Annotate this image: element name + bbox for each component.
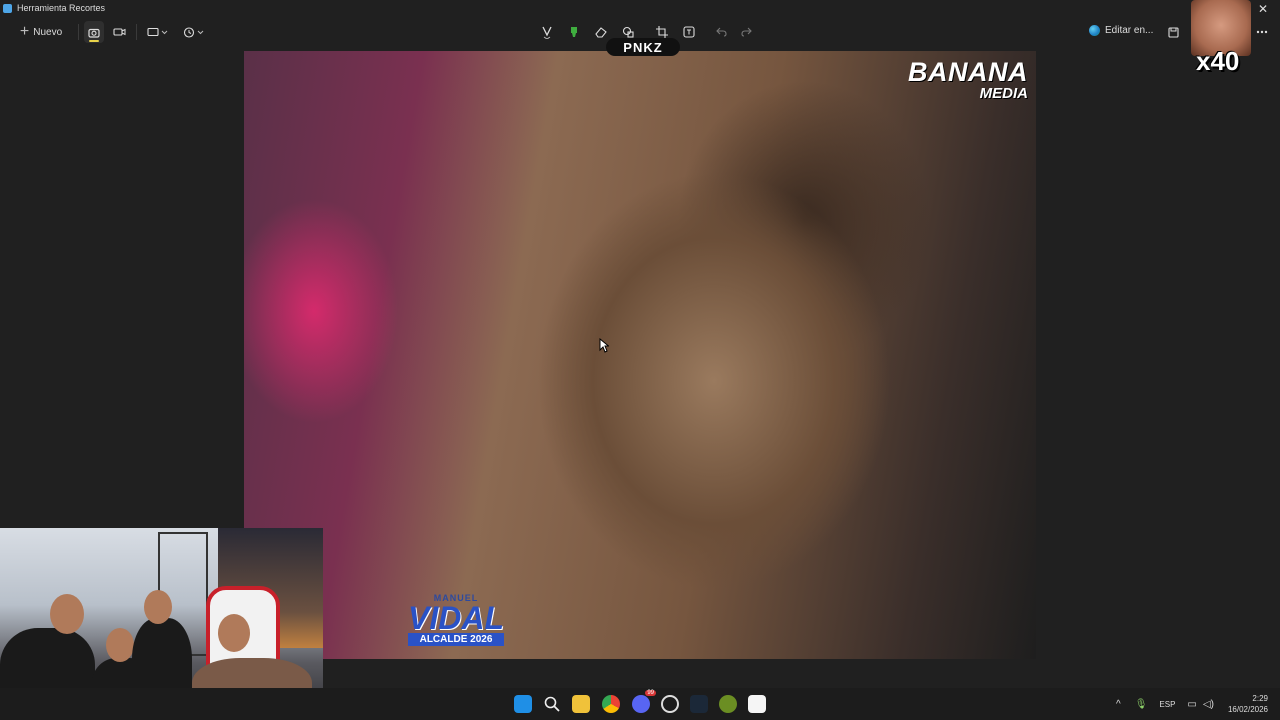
emote-count: x40 [1196,46,1240,76]
shapes-icon [622,26,634,38]
banana-media-logo: BANANA MEDIA [908,59,1028,103]
campaign-last-name: VIDAL [408,600,504,636]
more-icon [1256,30,1268,34]
new-snip-button[interactable]: + Nuevo [12,20,70,44]
redo-icon [740,27,752,37]
delay-timer-icon [183,26,204,38]
file-explorer-icon[interactable] [572,695,590,713]
mouse-cursor-icon [599,338,609,353]
pen-icon [542,26,552,39]
separator [78,24,79,40]
active-mode-indicator [89,40,99,42]
plus-icon: + [19,23,30,40]
steam-icon[interactable] [690,695,708,713]
language-indicator[interactable]: ESP [1159,700,1175,709]
delay-dropdown[interactable] [181,22,207,42]
rectangle-mode-icon [147,27,168,37]
text-actions-icon [683,26,695,38]
notification-badge: 99 [645,690,656,696]
app-icon[interactable] [719,695,737,713]
webcam-person-head [218,614,250,652]
close-window-button[interactable]: ✕ [1258,2,1268,16]
text-actions-button[interactable] [679,21,699,43]
redo-button[interactable] [736,21,756,43]
undo-button[interactable] [711,21,731,43]
crop-icon [656,26,668,38]
volume-icon[interactable]: ◁) [1203,699,1214,710]
ballpoint-pen-button[interactable] [537,21,557,43]
microphone-icon[interactable]: 🎙 [1135,699,1148,710]
snipping-tool-app-icon [3,3,12,13]
captured-screenshot: BANANA MEDIA MANUEL VIDAL ALCALDE 2026 [244,51,1036,659]
system-tray: ^ 🎙 ESP ▭ ◁) [1116,688,1214,720]
network-icon[interactable]: ▭ [1187,699,1196,710]
title-bar: Herramienta Recortes ✕ [0,0,1280,16]
edge-browser-icon [1089,25,1100,36]
taskbar: 99 ^ 🎙 ESP ▭ ◁) 2:29 16/02/2026 [0,688,1280,720]
video-mode-button[interactable] [110,22,128,42]
video-icon [112,28,125,36]
emote-overlay: x40 [1191,0,1251,78]
show-hidden-icons-icon[interactable]: ^ [1116,699,1121,710]
camera-icon [88,28,100,38]
brand-line-2: MEDIA [979,85,1028,102]
webcam-person-head [144,590,172,624]
snip-shape-dropdown[interactable] [145,22,171,42]
campaign-logo: MANUEL VIDAL ALCALDE 2026 [408,593,504,646]
screenshot-mode-button[interactable] [84,21,104,43]
highlighter-icon [571,27,577,37]
eraser-icon [595,27,607,38]
edit-in-button[interactable]: Editar en... [1089,25,1153,36]
chrome-icon[interactable] [602,695,620,713]
new-snip-label: Nuevo [33,26,63,38]
search-icon[interactable] [543,695,561,713]
start-button-icon[interactable] [514,695,532,713]
more-options-button[interactable] [1252,21,1272,43]
separator [136,24,137,40]
save-button[interactable] [1163,21,1183,43]
edit-in-label: Editar en... [1105,25,1154,36]
discord-icon[interactable]: 99 [632,690,656,713]
webcam-person-head [106,628,134,662]
obs-icon[interactable] [661,695,679,713]
stream-overlay-tag: PNKZ [606,38,680,56]
clock-time: 2:29 [1252,694,1268,703]
webcam-person-head [50,594,84,634]
clock-date: 16/02/2026 [1227,705,1268,714]
highlighter-button[interactable] [564,21,584,43]
undo-icon [715,27,727,37]
save-icon [1167,26,1179,38]
campaign-slogan: ALCALDE 2026 [408,633,504,646]
window-title: Herramienta Recortes [17,3,106,13]
clock[interactable]: 2:29 16/02/2026 [1228,693,1268,715]
snipping-tool-taskbar-icon[interactable] [748,695,766,713]
brand-line-1: BANANA [908,57,1028,87]
